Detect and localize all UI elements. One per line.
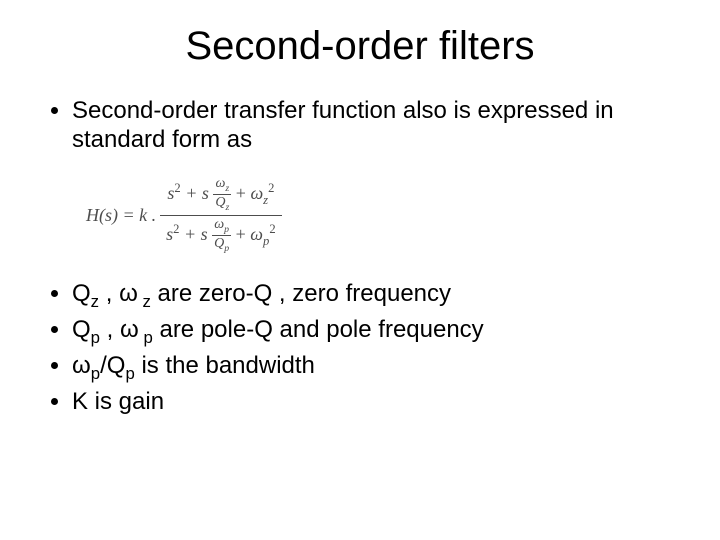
sub-p: p [125,364,134,383]
bullet-list-top: Second-order transfer function also is e… [48,97,672,155]
slide-title: Second-order filters [48,24,672,69]
txt: , [100,316,120,343]
txt: are zero-Q , zero frequency [151,280,451,307]
omega-icon: ω [72,352,91,379]
eq-omega3: ω [214,217,224,232]
bullet-bandwidth: ωp/Qp is the bandwidth [72,352,672,384]
omega-icon: ω [120,316,139,343]
txt: is the bandwidth [135,352,315,379]
eq-p2: p [224,243,229,254]
eq-omega: ω [215,176,225,191]
sub-p: p [91,328,100,347]
eq-sq2: 2 [268,181,274,195]
eq-omega4: ω [250,224,263,244]
eq-Q: Q [215,195,225,210]
txt: , [99,280,119,307]
eq-p: p [224,224,229,235]
eq-lhs: H(s) = k . [86,205,156,226]
eq-Q2: Q [214,236,224,251]
eq-wz-over-qz: ωz Qz [213,177,231,213]
bullet-list-bottom: Qz , ω z are zero-Q , zero frequency Qp … [48,280,672,417]
eq-plus-s2: + s [179,224,207,244]
txt: /Q [100,352,125,379]
intro-bullet: Second-order transfer function also is e… [72,97,672,155]
sub-z: z [91,292,99,311]
eq-sq4: 2 [269,222,275,236]
txt: Q [72,316,91,343]
eq-z2: z [225,202,229,213]
transfer-function-equation: H(s) = k . s2 + s ωz Qz + ωz2 s2 + s ωp … [86,177,672,254]
sub-p: p [91,364,100,383]
eq-z: z [225,182,229,193]
omega-icon: ω [119,280,138,307]
txt: are pole-Q and pole frequency [153,316,484,343]
eq-wp-over-qp: ωp Qp [212,218,231,254]
slide: Second-order filters Second-order transf… [0,0,720,540]
bullet-qz: Qz , ω z are zero-Q , zero frequency [72,280,672,312]
eq-omega2: ω [250,183,263,203]
bullet-gain: K is gain [72,388,672,417]
txt: Q [72,280,91,307]
sub-z: z [143,292,151,311]
sub-p: p [143,328,152,347]
eq-plus-s: + s [181,183,209,203]
bullet-qp: Qp , ω p are pole-Q and pole frequency [72,316,672,348]
eq-main-fraction: s2 + s ωz Qz + ωz2 s2 + s ωp Qp + ωp2 [160,177,281,254]
